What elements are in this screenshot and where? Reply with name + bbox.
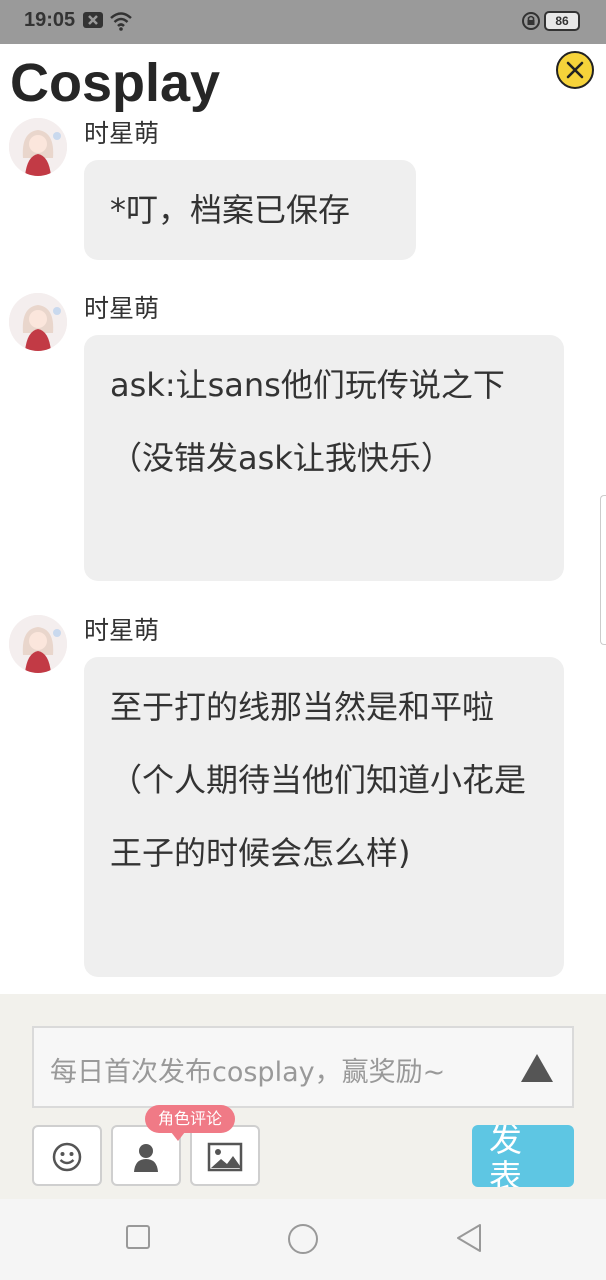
home-icon[interactable] (286, 1223, 320, 1257)
back-icon[interactable] (454, 1223, 484, 1255)
avatar[interactable] (9, 615, 67, 673)
chat-list[interactable]: 时星萌 *叮，档案已保存 时星萌 ask:让sans他们玩传说之下（没错发ask… (0, 110, 606, 994)
expand-up-icon[interactable] (520, 1052, 554, 1088)
status-bar: 19:05 86 (0, 0, 606, 44)
message-bubble: 至于打的线那当然是和平啦（个人期待当他们知道小花是王子的时候会怎么样) (84, 657, 564, 977)
close-icon (566, 61, 584, 79)
message-bubble: ask:让sans他们玩传说之下（没错发ask让我快乐） (84, 335, 564, 581)
image-button[interactable] (190, 1125, 260, 1186)
sender-name: 时星萌 (84, 616, 160, 645)
sender-name: 时星萌 (84, 294, 160, 323)
navigation-bar (0, 1199, 606, 1280)
status-time: 19:05 (24, 9, 76, 31)
lock-icon (522, 11, 540, 31)
wifi-icon (109, 11, 133, 31)
emoji-button[interactable] (32, 1125, 102, 1186)
post-input[interactable]: 每日首次发布cosplay，赢奖励~ (32, 1026, 574, 1108)
post-input-placeholder: 每日首次发布cosplay，赢奖励~ (50, 1057, 446, 1088)
battery-icon: 86 (544, 11, 580, 31)
page-title: Cosplay (10, 53, 221, 113)
publish-button[interactable]: 发表 (472, 1125, 574, 1187)
recent-apps-icon[interactable] (125, 1223, 151, 1253)
scrollbar[interactable] (600, 495, 606, 645)
emoji-icon (52, 1142, 82, 1172)
character-icon (134, 1144, 158, 1172)
publish-label: 发表 (489, 1125, 522, 1187)
character-comment-badge: 角色评论 (145, 1105, 236, 1141)
image-icon (207, 1142, 243, 1172)
sender-name: 时星萌 (84, 119, 160, 148)
avatar[interactable] (9, 118, 67, 176)
message-bubble: *叮，档案已保存 (84, 160, 416, 260)
notification-x-icon (83, 11, 103, 29)
avatar[interactable] (9, 293, 67, 351)
close-button[interactable] (556, 51, 594, 89)
